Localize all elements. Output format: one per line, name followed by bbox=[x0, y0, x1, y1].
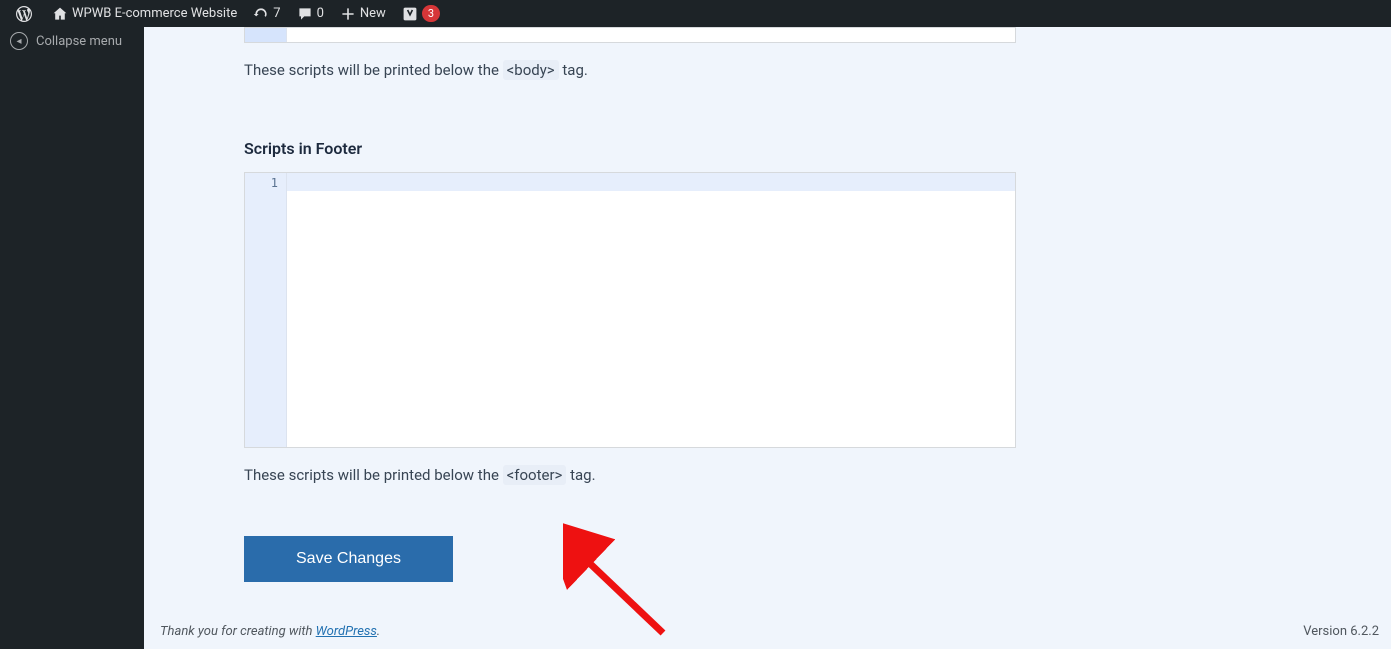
footer-scripts-description: These scripts will be printed below the … bbox=[244, 466, 1291, 484]
wordpress-link[interactable]: WordPress bbox=[316, 624, 377, 639]
body-scripts-editor[interactable] bbox=[244, 27, 1016, 43]
main-content: These scripts will be printed below the … bbox=[144, 27, 1391, 649]
footer-scripts-title: Scripts in Footer bbox=[244, 139, 1291, 158]
admin-footer: Thank you for creating with WordPress. V… bbox=[160, 624, 1379, 639]
admin-sidebar: ◂ Collapse menu bbox=[0, 27, 144, 649]
yoast-icon bbox=[402, 6, 418, 22]
footer-scripts-editor[interactable]: 1 bbox=[244, 172, 1016, 448]
body-scripts-description: These scripts will be printed below the … bbox=[244, 61, 1291, 79]
yoast-badge: 3 bbox=[422, 5, 440, 22]
collapse-icon: ◂ bbox=[10, 32, 28, 50]
new-label: New bbox=[360, 6, 386, 21]
updates-icon bbox=[253, 6, 269, 22]
wp-logo-menu[interactable] bbox=[8, 0, 44, 27]
save-changes-button[interactable]: Save Changes bbox=[244, 536, 453, 582]
new-content-link[interactable]: New bbox=[332, 0, 394, 27]
updates-link[interactable]: 7 bbox=[245, 0, 288, 27]
line-gutter bbox=[245, 28, 287, 42]
yoast-link[interactable]: 3 bbox=[394, 0, 448, 27]
plus-icon bbox=[340, 6, 356, 22]
collapse-menu-button[interactable]: ◂ Collapse menu bbox=[0, 27, 144, 55]
admin-toolbar: WPWB E-commerce Website 7 0 New 3 bbox=[0, 0, 1391, 27]
site-name-link[interactable]: WPWB E-commerce Website bbox=[44, 0, 245, 27]
comments-link[interactable]: 0 bbox=[289, 0, 332, 27]
comments-icon bbox=[297, 6, 313, 22]
footer-thankyou: Thank you for creating with WordPress. bbox=[160, 624, 380, 639]
wordpress-logo-icon bbox=[16, 6, 32, 22]
comments-count: 0 bbox=[317, 6, 324, 21]
home-icon bbox=[52, 6, 68, 22]
version-text: Version 6.2.2 bbox=[1303, 624, 1379, 639]
code-area[interactable] bbox=[287, 28, 1015, 42]
line-gutter: 1 bbox=[245, 173, 287, 447]
code-area[interactable] bbox=[287, 173, 1015, 447]
site-name-text: WPWB E-commerce Website bbox=[72, 6, 237, 21]
updates-count: 7 bbox=[273, 6, 280, 21]
active-line-highlight bbox=[287, 173, 1015, 191]
line-number: 1 bbox=[245, 176, 278, 190]
collapse-label: Collapse menu bbox=[36, 34, 122, 49]
